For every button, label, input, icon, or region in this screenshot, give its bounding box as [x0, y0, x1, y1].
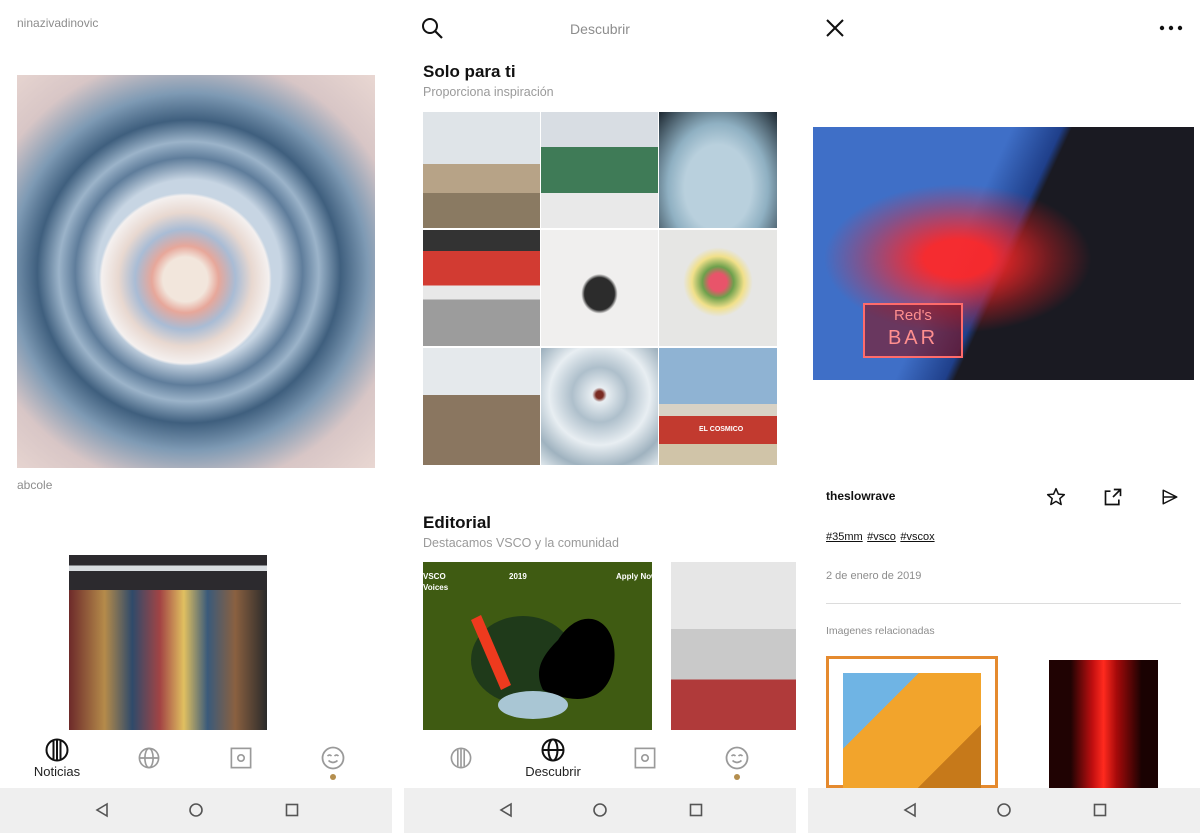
recents-icon[interactable]: [1092, 802, 1108, 818]
home-icon[interactable]: [996, 802, 1012, 818]
hashtag-link[interactable]: #35mm: [826, 531, 863, 543]
neon-sign: Red's BAR: [863, 303, 963, 358]
studio-icon: [634, 747, 656, 769]
hashtag-link[interactable]: #vscox: [900, 531, 934, 543]
tab-discover[interactable]: [109, 730, 189, 788]
back-icon[interactable]: [94, 802, 110, 818]
feed-photo-posters[interactable]: [69, 555, 267, 730]
tab-feed-label: Noticias: [33, 764, 81, 779]
grid-photo[interactable]: [541, 348, 658, 465]
tab-feed[interactable]: Noticias: [17, 730, 97, 788]
section-subtitle: Proporciona inspiración: [423, 85, 554, 99]
more-options-icon[interactable]: [1159, 25, 1183, 31]
poster-abstract-shapes: [471, 615, 615, 719]
grid-photo[interactable]: EL COSMICO: [659, 348, 777, 465]
profile-notification-dot: [734, 774, 740, 780]
photo-date: 2 de enero de 2019: [826, 570, 922, 582]
home-icon[interactable]: [592, 802, 608, 818]
grid-photo[interactable]: [423, 112, 540, 228]
related-image-1[interactable]: [826, 656, 998, 788]
home-icon[interactable]: [188, 802, 204, 818]
grid-photo[interactable]: [541, 230, 658, 346]
smiley-profile-icon: [725, 746, 749, 770]
editorial-card-vsco-voices[interactable]: VSCO Voices 2019 Apply Now: [423, 562, 652, 730]
grid-photo[interactable]: [659, 112, 777, 228]
neon-sign-line1: Red's: [894, 307, 932, 324]
related-images-label: Imagenes relacionadas: [826, 625, 935, 637]
grid-photo[interactable]: [659, 230, 777, 346]
smiley-profile-icon: [321, 746, 345, 770]
profile-notification-dot: [330, 774, 336, 780]
related-image-2[interactable]: [1049, 660, 1158, 788]
grid-photo[interactable]: [423, 230, 540, 346]
feed-photo-water[interactable]: [17, 75, 375, 468]
hashtag-link[interactable]: #vsco: [867, 531, 896, 543]
tab-profile[interactable]: [697, 730, 777, 788]
recents-icon[interactable]: [284, 802, 300, 818]
header-title: Descubrir: [570, 21, 630, 37]
android-nav-bar: [404, 788, 796, 833]
tab-profile[interactable]: [293, 730, 373, 788]
bottom-tab-bar: Noticias: [0, 730, 392, 788]
feed-screen: ninazivadinovic abcole Noticias: [0, 0, 392, 833]
hashtag-list: #35mm #vsco #vscox: [826, 527, 935, 545]
tab-discover[interactable]: Descubrir: [513, 730, 593, 788]
tab-studio[interactable]: [605, 730, 685, 788]
android-nav-bar: [0, 788, 392, 833]
post-author[interactable]: abcole: [17, 478, 52, 492]
main-photo[interactable]: Red's BAR: [813, 127, 1194, 380]
section-subtitle: Destacamos VSCO y la comunidad: [423, 536, 619, 550]
star-icon[interactable]: [1046, 487, 1066, 507]
feed-icon: [45, 738, 69, 762]
globe-icon: [138, 747, 160, 769]
editorial-card-photo[interactable]: [671, 562, 796, 730]
grid-photo[interactable]: [423, 348, 540, 465]
poster-brand: VSCO: [423, 572, 446, 581]
divider: [826, 603, 1181, 604]
photo-username[interactable]: theslowrave: [826, 489, 895, 503]
tab-feed[interactable]: [421, 730, 501, 788]
grid-photo[interactable]: [541, 112, 658, 228]
recents-icon[interactable]: [688, 802, 704, 818]
back-icon[interactable]: [902, 802, 918, 818]
globe-icon: [541, 738, 565, 762]
related-image-1-photo: [843, 673, 981, 788]
back-icon[interactable]: [498, 802, 514, 818]
photo-detail-screen: Red's BAR theslowrave #35mm #vsco #vscox…: [808, 0, 1200, 833]
poster-year: 2019: [509, 572, 527, 581]
car-sign-text: EL COSMICO: [699, 426, 744, 433]
tab-discover-label: Descubrir: [525, 764, 581, 779]
neon-sign-line2: BAR: [887, 327, 939, 349]
section-title: Editorial: [423, 513, 492, 532]
send-icon[interactable]: [1161, 488, 1179, 506]
studio-icon: [230, 747, 252, 769]
share-icon[interactable]: [1103, 487, 1123, 507]
feed-icon: [450, 747, 472, 769]
android-nav-bar: [808, 788, 1200, 833]
section-title: Solo para ti: [423, 62, 516, 81]
discover-screen: Descubrir Solo para ti Proporciona inspi…: [404, 0, 796, 833]
post-author[interactable]: ninazivadinovic: [17, 16, 98, 30]
poster-apply: Apply Now: [616, 572, 652, 581]
bottom-tab-bar: Descubrir: [404, 730, 796, 788]
close-icon[interactable]: [826, 19, 844, 37]
tab-studio[interactable]: [201, 730, 281, 788]
poster-voices: Voices: [423, 583, 449, 592]
